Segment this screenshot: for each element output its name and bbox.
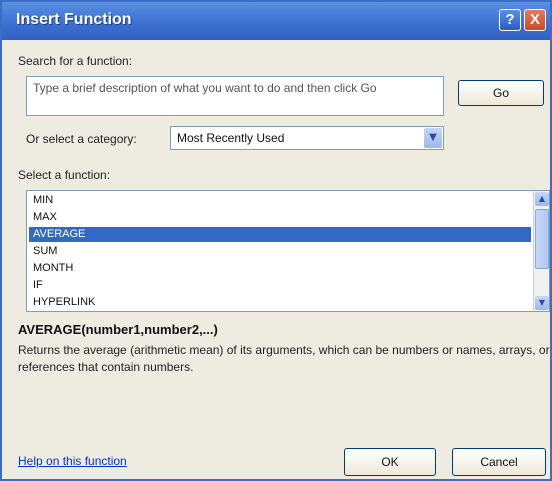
title-bar[interactable]: Insert Function ? X	[2, 2, 550, 40]
list-item-selected[interactable]: AVERAGE	[29, 227, 531, 242]
search-input[interactable]: Type a brief description of what you wan…	[26, 76, 444, 116]
ok-button[interactable]: OK	[344, 448, 436, 476]
list-item[interactable]: IF	[29, 278, 531, 293]
chevron-down-icon[interactable]: ▼	[424, 128, 442, 148]
search-label: Search for a function:	[18, 54, 133, 68]
cancel-button[interactable]: Cancel	[452, 448, 546, 476]
arrow-down-icon[interactable]: ▼	[535, 296, 549, 310]
close-button[interactable]: X	[524, 9, 546, 31]
list-item[interactable]: HYPERLINK	[29, 295, 531, 310]
function-listbox[interactable]: MIN MAX AVERAGE SUM MONTH IF HYPERLINK ▲…	[26, 190, 550, 312]
function-description: Returns the average (arithmetic mean) of…	[18, 343, 550, 374]
window-title: Insert Function	[16, 11, 132, 28]
list-scrollbar[interactable]: ▲ ▼	[533, 191, 549, 311]
go-button[interactable]: Go	[458, 80, 544, 106]
help-on-function-link[interactable]: Help on this function	[18, 454, 127, 468]
arrow-up-icon[interactable]: ▲	[535, 192, 549, 206]
list-item[interactable]: SUM	[29, 244, 531, 259]
function-signature: AVERAGE(number1,number2,...)	[18, 322, 218, 337]
function-list-label: Select a function:	[18, 168, 111, 182]
insert-function-dialog: Insert Function ? X Search for a functio…	[0, 0, 552, 481]
help-button[interactable]: ?	[499, 9, 521, 31]
category-value: Most Recently Used	[177, 131, 285, 145]
scroll-thumb[interactable]	[535, 209, 549, 269]
list-item[interactable]: MAX	[29, 210, 531, 225]
category-label: Or select a category:	[26, 132, 137, 146]
category-select[interactable]: Most Recently Used ▼	[170, 126, 444, 150]
list-item[interactable]: MONTH	[29, 261, 531, 276]
list-item[interactable]: MIN	[29, 193, 531, 208]
